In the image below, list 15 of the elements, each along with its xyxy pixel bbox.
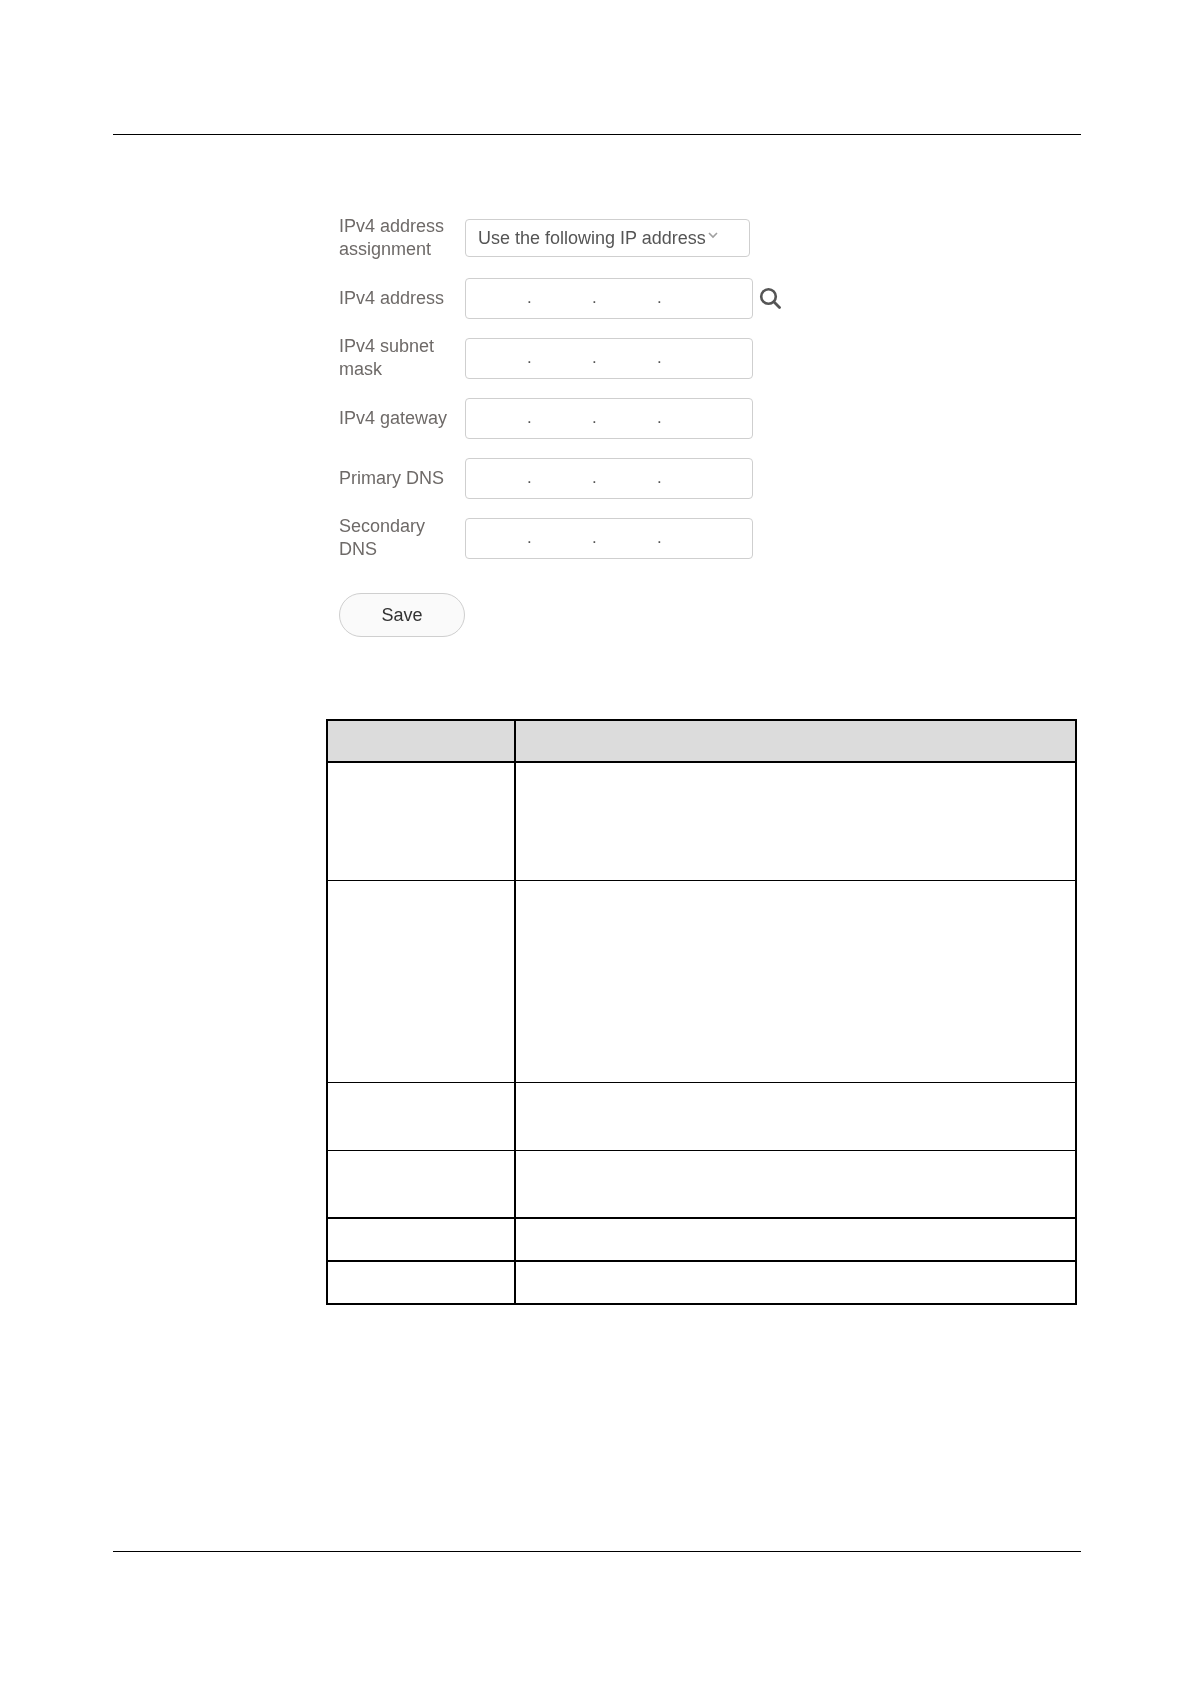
ip-address-field[interactable]: . . . — [465, 457, 753, 499]
save-button[interactable]: Save — [339, 593, 465, 637]
field-label: IPv4 gateway — [339, 406, 449, 430]
field-label: IPv4 address — [339, 286, 446, 310]
ip-address-field[interactable]: . . . — [465, 517, 753, 559]
ip-address-field[interactable]: . . . — [465, 337, 753, 379]
field-label: Primary DNS — [339, 466, 445, 490]
field-label: Secondary DNS — [339, 515, 427, 561]
dropdown[interactable]: Use the following IP address — [465, 219, 750, 257]
field-label: IPv4 address assignment — [339, 215, 446, 261]
field-label: IPv4 subnet mask — [339, 335, 436, 381]
ip-address-field[interactable]: . . . — [465, 277, 753, 319]
ip-address-field[interactable]: . . . — [465, 397, 753, 439]
search-icon[interactable] — [759, 287, 781, 309]
chevron-down-icon — [707, 231, 718, 239]
